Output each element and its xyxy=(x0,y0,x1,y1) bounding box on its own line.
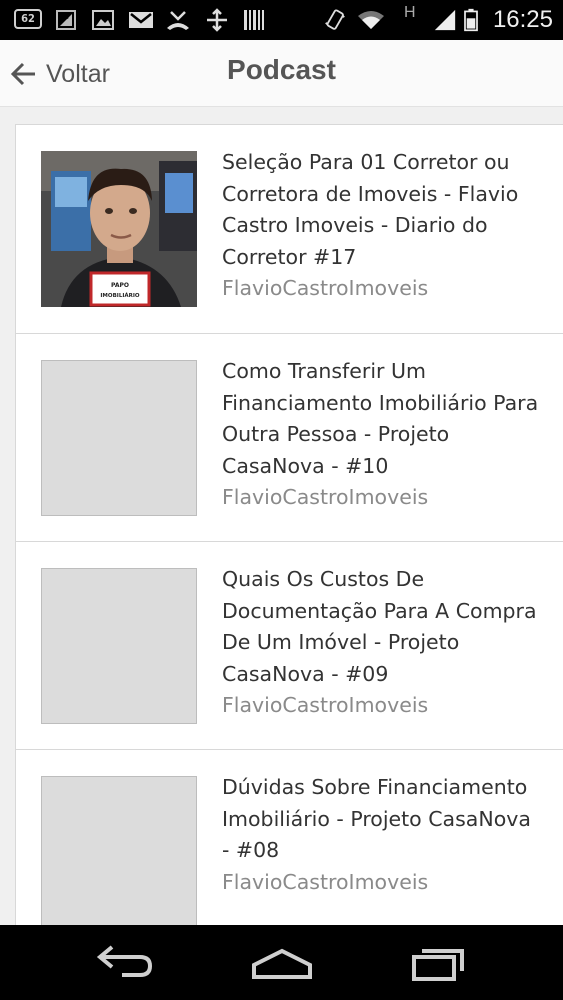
episode-thumbnail-placeholder xyxy=(41,568,197,724)
episode-author: FlavioCastroImoveis xyxy=(222,276,429,300)
episode-title: Dúvidas Sobre Financiamento Imobiliário … xyxy=(222,775,531,862)
presenter-photo: PAPO IMOBILIÁRIO xyxy=(41,151,197,307)
episode-author: FlavioCastroImoveis xyxy=(222,693,429,717)
nav-back-icon[interactable] xyxy=(94,943,156,983)
episode-title: Como Transferir Um Financiamento Imobili… xyxy=(222,359,539,478)
action-bar: Voltar Podcast xyxy=(0,40,563,107)
episode-title: Seleção Para 01 Corretor ou Corretora de… xyxy=(222,150,519,269)
episode-list[interactable]: PAPO IMOBILIÁRIO Seleção Para 01 Correto… xyxy=(15,124,563,926)
svg-text:IMOBILIÁRIO: IMOBILIÁRIO xyxy=(100,292,140,299)
gmail-icon xyxy=(129,12,153,28)
episode-author: FlavioCastroImoveis xyxy=(222,485,429,509)
svg-text:PAPO: PAPO xyxy=(111,282,129,289)
episode-thumbnail: PAPO IMOBILIÁRIO xyxy=(41,151,197,307)
episode-thumbnail-placeholder xyxy=(41,360,197,516)
barcode-icon xyxy=(244,10,264,30)
episode-title: Quais Os Custos De Documentação Para A C… xyxy=(222,567,537,686)
vibrate-icon xyxy=(325,9,345,30)
sync-arrows-icon xyxy=(207,8,227,32)
nav-home-icon[interactable] xyxy=(250,943,314,983)
navigation-bar xyxy=(0,925,563,1000)
status-bar: 62 3G H 16:25 xyxy=(0,0,563,40)
image-icon xyxy=(92,10,114,30)
network-type-label: H xyxy=(404,4,416,21)
list-item[interactable]: Quais Os Custos De Documentação Para A C… xyxy=(16,542,563,750)
episode-author: FlavioCastroImoveis xyxy=(222,869,429,894)
network-3g-icon: 3G xyxy=(56,10,76,30)
nav-recents-icon[interactable] xyxy=(410,943,468,983)
arrow-left-icon xyxy=(10,62,35,86)
episode-thumbnail-placeholder xyxy=(41,776,197,926)
back-label: Voltar xyxy=(46,59,110,88)
battery-icon xyxy=(464,8,478,32)
list-item[interactable]: Como Transferir Um Financiamento Imobili… xyxy=(16,334,563,542)
network-label: 3G xyxy=(59,13,69,21)
list-item[interactable]: Dúvidas Sobre Financiamento Imobiliário … xyxy=(16,750,563,926)
missed-call-icon xyxy=(167,11,189,30)
list-item[interactable]: PAPO IMOBILIÁRIO Seleção Para 01 Correto… xyxy=(16,125,563,334)
wifi-icon xyxy=(358,11,384,29)
back-button[interactable]: Voltar xyxy=(8,54,110,94)
clock: 16:25 xyxy=(492,6,553,33)
signal-strength-icon xyxy=(434,9,456,31)
notification-count-badge: 62 xyxy=(14,9,42,29)
